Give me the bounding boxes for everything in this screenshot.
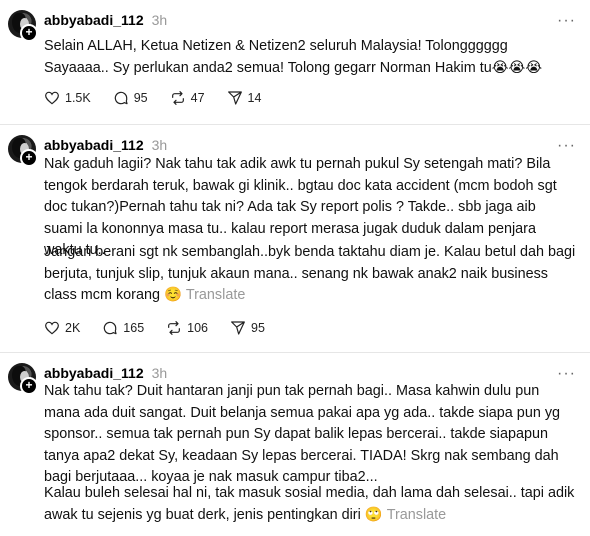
- share-count: 95: [251, 321, 265, 335]
- post: + abbyabadi_112 3h ··· Nak tahu tak? Duit…: [0, 353, 590, 536]
- comment-icon: [114, 91, 128, 105]
- repost-count: 106: [187, 321, 209, 335]
- like-count: 1.5K: [65, 91, 91, 105]
- follow-plus-icon[interactable]: +: [20, 377, 38, 395]
- repost-button[interactable]: 47: [170, 90, 205, 106]
- repost-icon: [171, 91, 184, 105]
- like-button[interactable]: 2K: [44, 320, 80, 336]
- more-dots-icon[interactable]: ···: [557, 12, 576, 30]
- like-button[interactable]: 1.5K: [44, 90, 91, 106]
- username[interactable]: abbyabadi_112: [44, 137, 144, 153]
- share-button[interactable]: 95: [230, 320, 265, 336]
- reply-count: 95: [133, 91, 148, 105]
- heart-icon: [45, 321, 59, 335]
- post-paragraph: Kalau buleh selesai hal ni, tak masuk so…: [44, 485, 575, 523]
- share-count: 14: [247, 91, 262, 105]
- post: + abbyabadi_112 3h ··· Nak gaduh lagii? N…: [0, 125, 590, 352]
- repost-icon: [168, 321, 181, 335]
- send-icon: [227, 91, 242, 105]
- translate-link[interactable]: Translate: [186, 287, 245, 303]
- send-icon: [231, 321, 245, 335]
- repost-button[interactable]: 106: [166, 320, 208, 336]
- post-text: Jangan berani sgt nk sembanglah..byk ben…: [44, 242, 576, 307]
- post-text: Kalau buleh selesai hal ni, tak masuk so…: [44, 483, 576, 526]
- username[interactable]: abbyabadi_112: [44, 12, 144, 28]
- repost-count: 47: [190, 91, 205, 105]
- action-bar: 2K 165 106 95: [44, 318, 287, 338]
- action-bar: 1.5K 95 47 14: [44, 88, 283, 108]
- post-text: Nak tahu tak? Duit hantaran janji pun ta…: [44, 383, 561, 485]
- post-time: 3h: [151, 12, 168, 28]
- like-count: 2K: [65, 321, 81, 335]
- reply-button[interactable]: 95: [113, 90, 148, 106]
- comment-icon: [104, 321, 117, 335]
- share-button[interactable]: 14: [227, 90, 262, 106]
- follow-plus-icon[interactable]: +: [20, 24, 38, 42]
- post: + abbyabadi_112 3h ··· Selain ALLAH, Ketu…: [0, 0, 590, 124]
- follow-plus-icon[interactable]: +: [20, 149, 38, 167]
- post-time: 3h: [151, 137, 168, 153]
- reply-button[interactable]: 165: [102, 320, 144, 336]
- username[interactable]: abbyabadi_112: [44, 365, 144, 381]
- heart-icon: [45, 91, 59, 105]
- translate-link[interactable]: Translate: [387, 507, 446, 523]
- post-paragraph: Jangan berani sgt nk sembanglah..byk ben…: [44, 244, 576, 303]
- post-time: 3h: [151, 365, 168, 381]
- post-text: Selain ALLAH, Ketua Netizen & Netizen2 s…: [44, 38, 543, 76]
- post-header: abbyabadi_112 3h ···: [44, 12, 576, 32]
- more-dots-icon[interactable]: ···: [557, 137, 576, 155]
- reply-count: 165: [123, 321, 145, 335]
